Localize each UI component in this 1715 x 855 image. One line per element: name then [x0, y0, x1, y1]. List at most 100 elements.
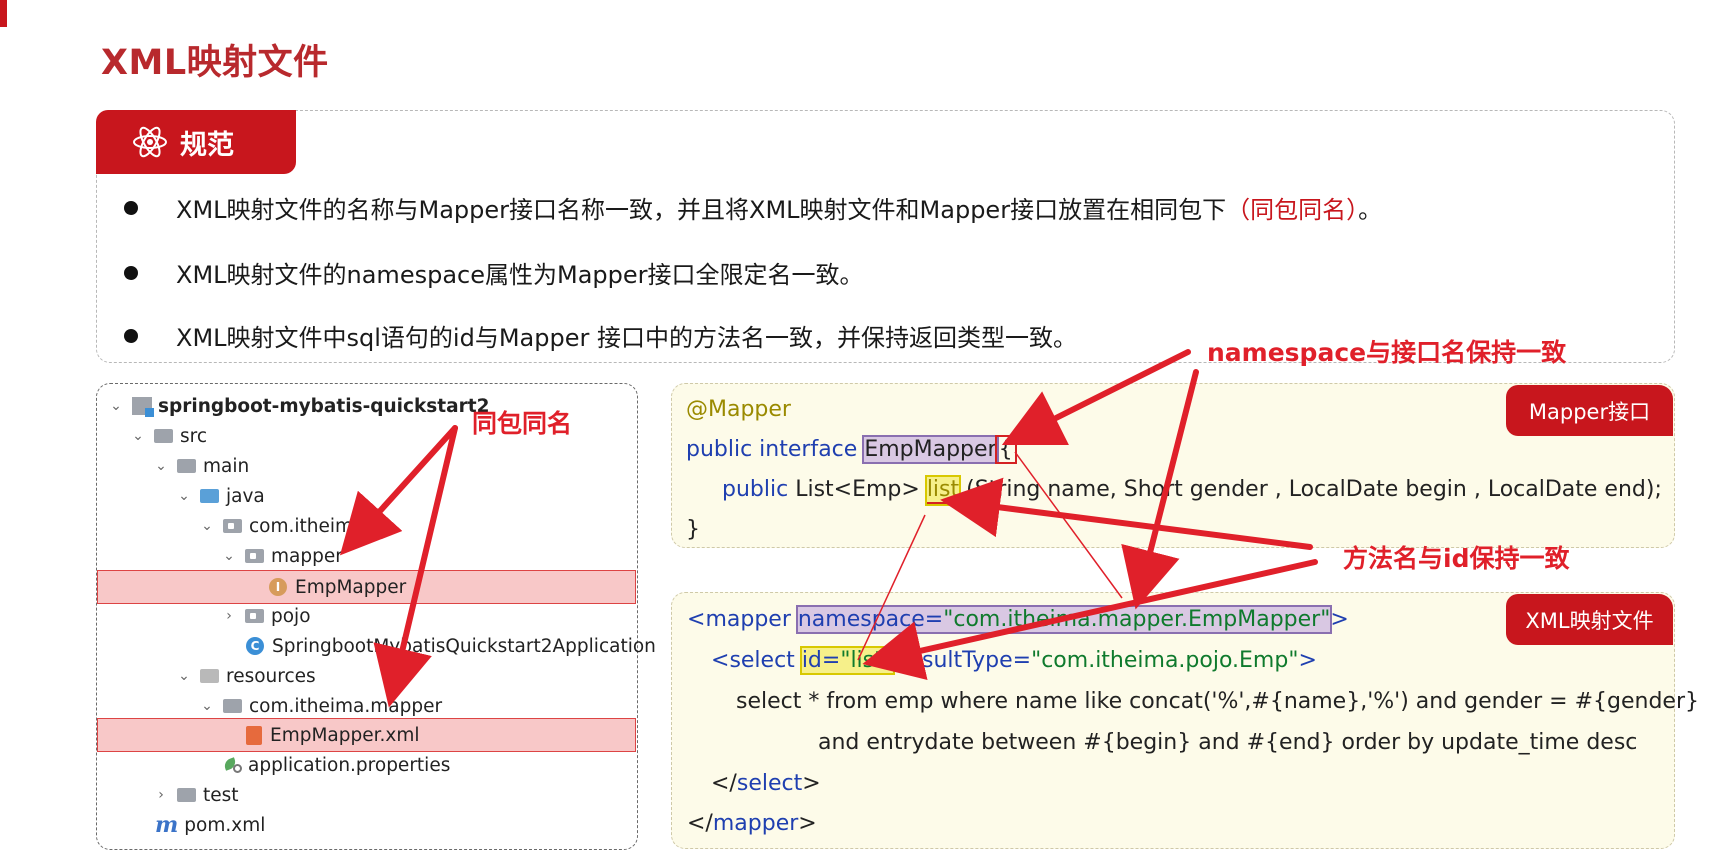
method-name-token: list — [924, 475, 962, 506]
tree-item-pom-xml[interactable]: m pom.xml — [155, 810, 265, 840]
chevron-down-icon[interactable]: ⌄ — [176, 488, 192, 504]
page-title: XML映射文件 — [101, 43, 329, 83]
code-line-sql-1: select * from emp where name like concat… — [736, 689, 1699, 714]
tree-item-src[interactable]: ⌄ src — [130, 421, 207, 451]
tag-token: select — [736, 771, 803, 796]
tree-item-mapper[interactable]: ⌄ mapper — [221, 541, 343, 571]
tree-item-label: java — [226, 485, 265, 507]
rule-suffix: 。 — [1358, 196, 1383, 224]
callout-method-id: 方法名与id保持一致 — [1343, 544, 1570, 573]
spring-class-icon: C — [246, 637, 264, 655]
chevron-down-icon[interactable]: ⌄ — [221, 548, 237, 564]
chevron-down-icon[interactable]: ⌄ — [199, 698, 215, 714]
bullet-dot — [124, 201, 138, 215]
tree-item-label: pojo — [271, 605, 311, 627]
rule-highlight: （同包同名） — [1226, 196, 1359, 224]
code-line-select-close: </select> — [711, 771, 821, 796]
tag-token: mapper — [712, 811, 799, 836]
folder-icon — [177, 459, 196, 473]
maven-icon: m — [155, 812, 179, 838]
interface-icon: I — [269, 578, 287, 596]
code-line-method: public List<Emp> list (String name, Shor… — [722, 475, 1662, 506]
tree-item-application-properties[interactable]: application.properties — [224, 750, 450, 780]
code-line-annotation: @Mapper — [686, 397, 791, 422]
chevron-down-icon[interactable]: ⌄ — [153, 458, 169, 474]
tree-item-resources[interactable]: ⌄ resources — [176, 661, 316, 691]
rules-tab: 规范 — [96, 110, 296, 174]
chevron-right-icon[interactable]: › — [221, 608, 237, 624]
chevron-right-icon[interactable]: › — [153, 787, 169, 803]
tree-item-java[interactable]: ⌄ java — [176, 481, 265, 511]
result-type-token: "com.itheima.pojo.Emp" — [1031, 648, 1299, 673]
code-line-select-open: <select id="list" resultType="com.itheim… — [711, 646, 1317, 675]
tree-item-empmapper[interactable]: I EmpMapper — [269, 572, 406, 602]
tree-item-label: com.itheima — [249, 515, 365, 537]
code-line-sql-2: and entrydate between #{begin} and #{end… — [818, 730, 1637, 755]
tree-item-com-itheima[interactable]: ⌄ com.itheima — [199, 511, 364, 541]
bracket-token: > — [1298, 648, 1317, 673]
properties-icon — [224, 757, 242, 773]
bracket-token: > — [802, 771, 821, 796]
tree-item-test[interactable]: › test — [153, 780, 239, 810]
return-type-token: List<Emp> — [788, 477, 927, 502]
interface-name-token: EmpMapper — [862, 435, 999, 464]
tree-item-com-itheima-mapper[interactable]: ⌄ com.itheima.mapper — [199, 691, 442, 721]
tree-item-label: test — [203, 784, 239, 806]
callout-same-package: 同包同名 — [472, 409, 573, 438]
xml-file-icon — [246, 725, 262, 745]
project-icon — [132, 397, 154, 417]
tree-item-label: com.itheima.mapper — [249, 695, 443, 717]
namespace-value-token: "com.itheima.mapper.EmpMapper" — [943, 607, 1331, 634]
package-icon — [245, 609, 264, 623]
keyword-token: public interface — [686, 437, 865, 462]
tree-item-label: main — [203, 455, 250, 477]
chevron-down-icon[interactable]: ⌄ — [108, 398, 124, 414]
bullet-dot — [124, 329, 138, 343]
rule-item: XML映射文件中sql语句的id与Mapper 接口中的方法名一致，并保持返回类… — [124, 318, 1077, 353]
attr-token: resultType= — [892, 648, 1032, 673]
id-value-token: "list" — [840, 648, 893, 675]
chevron-down-icon[interactable]: ⌄ — [199, 518, 215, 534]
package-icon — [223, 519, 242, 533]
brace-token: } — [686, 517, 700, 542]
namespace-attr-box: namespace="com.itheima.mapper.EmpMapper" — [795, 605, 1333, 634]
callout-namespace: namespace与接口名保持一致 — [1207, 338, 1567, 367]
tree-item-application-class[interactable]: C SpringbootMybatisQuickstart2Applicatio… — [246, 631, 656, 661]
params-token: (String name, Short gender , LocalDate b… — [959, 477, 1662, 502]
rule-text: XML映射文件中sql语句的id与Mapper 接口中的方法名一致，并保持返回类… — [176, 324, 1077, 352]
annotation-token: @Mapper — [686, 397, 791, 422]
bullet-dot — [124, 266, 138, 280]
tree-item-project[interactable]: ⌄ springboot-mybatis-quickstart2 — [108, 391, 489, 421]
brace-token: { — [994, 435, 1017, 464]
tree-item-label: application.properties — [248, 754, 451, 776]
tree-item-empmapper-xml[interactable]: EmpMapper.xml — [246, 720, 420, 750]
id-attr-box: id="list" — [799, 646, 895, 675]
tree-item-label: EmpMapper.xml — [270, 724, 420, 746]
corner-accent-bar — [0, 0, 7, 27]
tree-item-label: SpringbootMybatisQuickstart2Application — [272, 635, 656, 657]
rule-item: XML映射文件的名称与Mapper接口名称一致，并且将XML映射文件和Mappe… — [124, 190, 1382, 225]
bracket-token: < — [687, 607, 706, 632]
tree-item-pojo[interactable]: › pojo — [221, 601, 311, 631]
tree-item-label: pom.xml — [184, 814, 266, 836]
bracket-token: > — [1330, 607, 1349, 632]
package-icon — [245, 549, 264, 563]
xml-code-tab: XML映射文件 — [1506, 594, 1673, 645]
keyword-token: public — [722, 477, 789, 502]
tree-item-label: src — [180, 425, 208, 447]
tree-item-label: springboot-mybatis-quickstart2 — [158, 395, 490, 417]
chevron-down-icon[interactable]: ⌄ — [130, 428, 146, 444]
code-line-mapper-close: </mapper> — [687, 811, 817, 836]
rule-text: XML映射文件的名称与Mapper接口名称一致，并且将XML映射文件和Mappe… — [176, 196, 1227, 224]
code-line-mapper-open: <mapper namespace="com.itheima.mapper.Em… — [687, 605, 1349, 634]
tree-item-main[interactable]: ⌄ main — [153, 451, 249, 481]
rules-tab-label: 规范 — [180, 129, 234, 161]
tree-item-label: EmpMapper — [295, 576, 407, 598]
tree-item-label: resources — [226, 665, 316, 687]
bracket-token: < — [711, 648, 730, 673]
bracket-token: </ — [711, 771, 737, 796]
code-line-close: } — [686, 517, 700, 542]
rule-item: XML映射文件的namespace属性为Mapper接口全限定名一致。 — [124, 255, 864, 290]
source-folder-icon — [200, 489, 219, 503]
chevron-down-icon[interactable]: ⌄ — [176, 668, 192, 684]
